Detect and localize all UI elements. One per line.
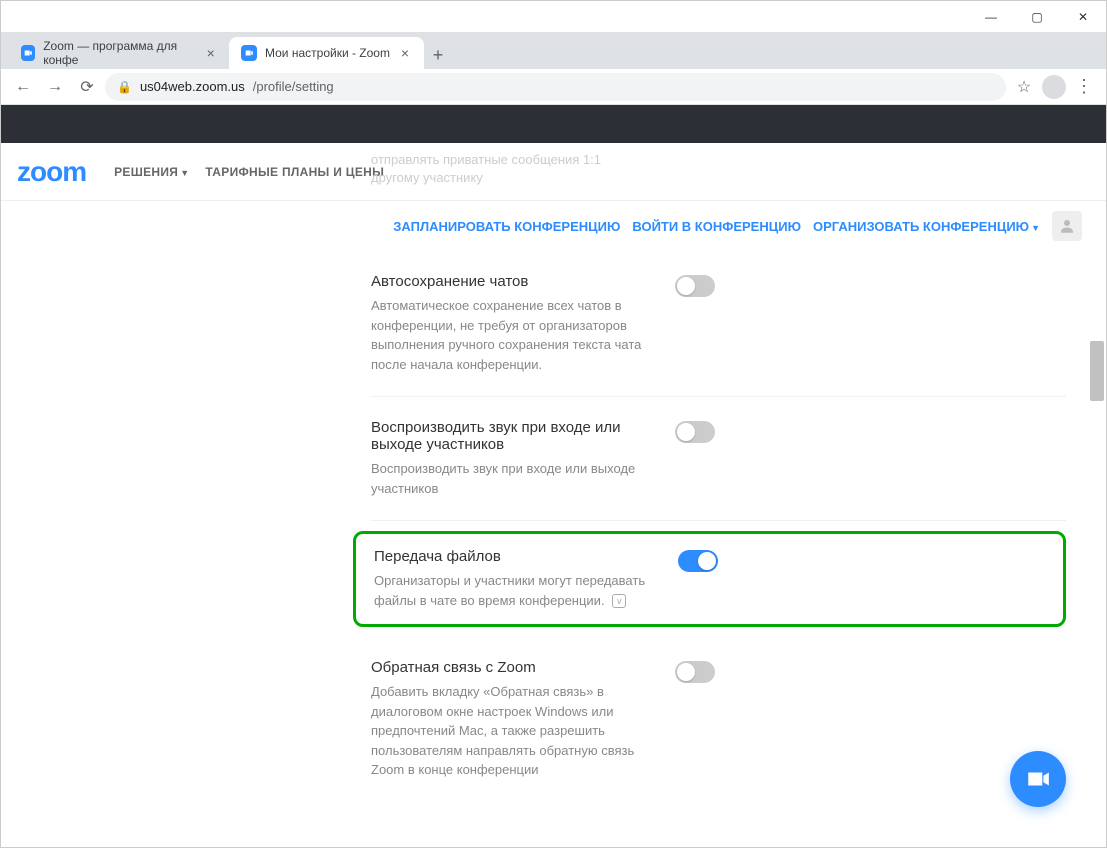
setting-desc: Воспроизводить звук при входе или выходе… xyxy=(371,459,651,498)
bookmark-star-icon[interactable]: ☆ xyxy=(1010,77,1038,97)
faded-prev-setting: отправлять приватные сообщения 1:1 друго… xyxy=(371,151,766,187)
tab-close-icon[interactable]: × xyxy=(205,46,217,60)
host-meeting-link[interactable]: ОРГАНИЗОВАТЬ КОНФЕРЕНЦИЮ▼ xyxy=(813,219,1040,234)
minimize-button[interactable]: — xyxy=(968,1,1014,33)
url-path: /profile/setting xyxy=(253,79,334,94)
setting-title: Передача файлов xyxy=(374,548,654,565)
chrome-profile-avatar[interactable] xyxy=(1042,75,1066,99)
zoom-favicon-icon xyxy=(241,45,257,61)
setting-feedback: Обратная связь с Zoom Добавить вкладку «… xyxy=(371,637,1066,802)
browser-tab-0[interactable]: Zoom — программа для конфе × xyxy=(9,37,229,69)
toggle-feedback[interactable] xyxy=(675,661,715,683)
nav-plans[interactable]: ТАРИФНЫЕ ПЛАНЫ И ЦЕНЫ xyxy=(205,165,384,179)
setting-autosave-chats: Автосохранение чатов Автоматическое сохр… xyxy=(371,251,1066,397)
chrome-menu-icon[interactable]: ⋮ xyxy=(1070,76,1098,97)
toggle-autosave[interactable] xyxy=(675,275,715,297)
url-host: us04web.zoom.us xyxy=(140,79,245,94)
back-button[interactable]: ← xyxy=(9,73,37,101)
setting-title: Автосохранение чатов xyxy=(371,273,651,290)
toggle-sound[interactable] xyxy=(675,421,715,443)
setting-title: Обратная связь с Zoom xyxy=(371,659,651,676)
maximize-button[interactable]: ▢ xyxy=(1014,1,1060,33)
setting-file-transfer-highlight: Передача файлов Организаторы и участники… xyxy=(353,531,1066,627)
zoom-chat-fab[interactable] xyxy=(1010,751,1066,807)
toggle-file-transfer[interactable] xyxy=(678,550,718,572)
tab-title: Мои настройки - Zoom xyxy=(265,46,390,60)
setting-desc: Добавить вкладку «Обратная связь» в диал… xyxy=(371,682,651,780)
settings-content: Автосохранение чатов Автоматическое сохр… xyxy=(1,251,1106,802)
scrollbar-thumb[interactable] xyxy=(1090,341,1104,401)
zoom-navbar: zoom РЕШЕНИЯ▼ ТАРИФНЫЕ ПЛАНЫ И ЦЕНЫ отпр… xyxy=(1,143,1106,201)
browser-tabs-bar: Zoom — программа для конфе × Мои настрой… xyxy=(1,33,1106,69)
tab-close-icon[interactable]: × xyxy=(398,46,412,60)
info-icon[interactable]: v xyxy=(612,594,626,608)
join-meeting-link[interactable]: ВОЙТИ В КОНФЕРЕНЦИЮ xyxy=(632,219,801,234)
zoom-subnav: ЗАПЛАНИРОВАТЬ КОНФЕРЕНЦИЮ ВОЙТИ В КОНФЕР… xyxy=(1,201,1106,251)
close-button[interactable]: ✕ xyxy=(1060,1,1106,33)
window-titlebar: — ▢ ✕ xyxy=(1,1,1106,33)
setting-desc: Автоматическое сохранение всех чатов в к… xyxy=(371,296,651,374)
schedule-meeting-link[interactable]: ЗАПЛАНИРОВАТЬ КОНФЕРЕНЦИЮ xyxy=(393,219,620,234)
lock-icon: 🔒 xyxy=(117,80,132,94)
setting-desc: Организаторы и участники могут передават… xyxy=(374,571,654,610)
new-tab-button[interactable]: + xyxy=(424,41,452,69)
forward-button[interactable]: → xyxy=(41,73,69,101)
user-avatar-icon[interactable] xyxy=(1052,211,1082,241)
address-bar: ← → ⟳ 🔒 us04web.zoom.us/profile/setting … xyxy=(1,69,1106,105)
zoom-top-dark-bar xyxy=(1,105,1106,143)
setting-title: Воспроизводить звук при входе или выходе… xyxy=(371,419,651,453)
browser-window: — ▢ ✕ Zoom — программа для конфе × Мои н… xyxy=(0,0,1107,848)
setting-play-sound: Воспроизводить звук при входе или выходе… xyxy=(371,397,1066,521)
reload-button[interactable]: ⟳ xyxy=(73,73,101,101)
setting-file-transfer: Передача файлов Организаторы и участники… xyxy=(374,548,1045,610)
tab-title: Zoom — программа для конфе xyxy=(43,39,196,67)
zoom-favicon-icon xyxy=(21,45,35,61)
zoom-logo[interactable]: zoom xyxy=(17,156,86,188)
url-field[interactable]: 🔒 us04web.zoom.us/profile/setting xyxy=(105,73,1006,101)
nav-solutions[interactable]: РЕШЕНИЯ▼ xyxy=(114,165,189,179)
browser-tab-1[interactable]: Мои настройки - Zoom × xyxy=(229,37,424,69)
